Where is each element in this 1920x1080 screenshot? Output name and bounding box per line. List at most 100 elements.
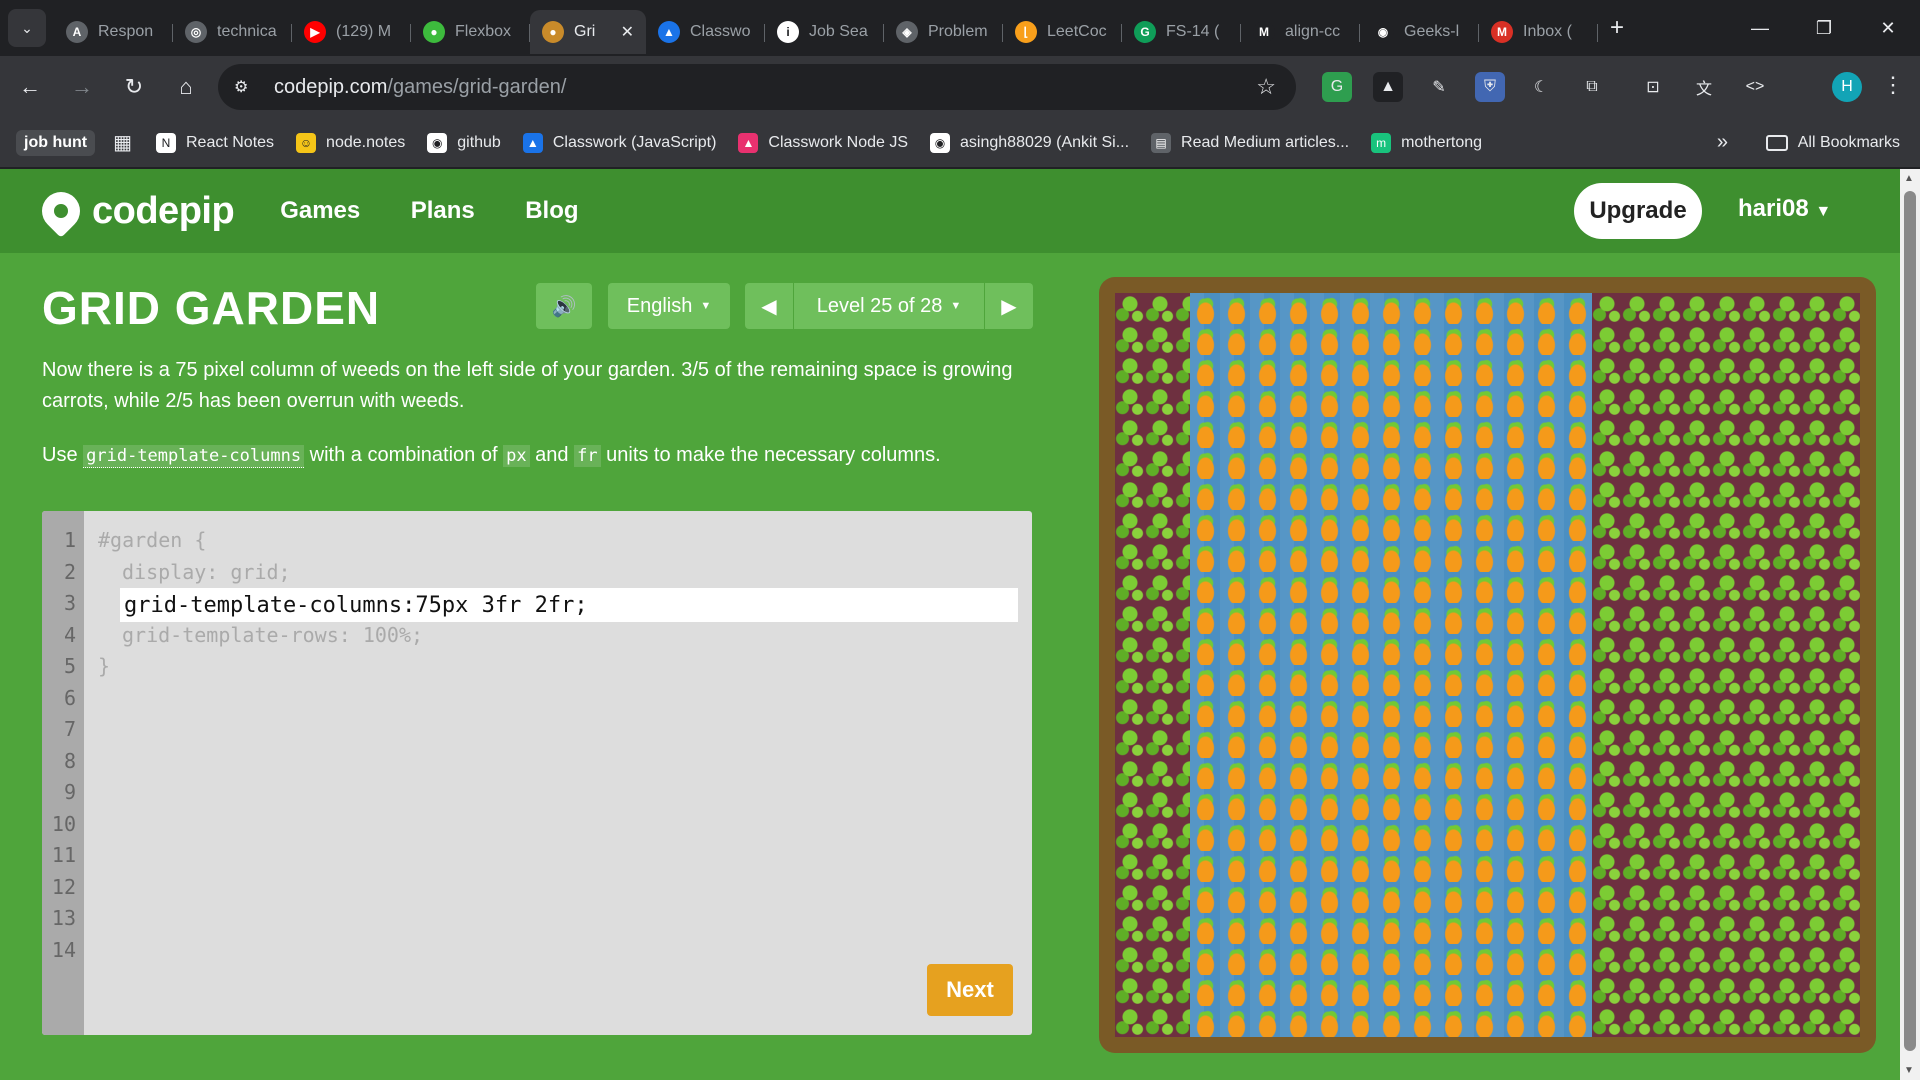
browser-tab[interactable]: ▲ Classwo — [646, 10, 765, 54]
tab-title: FS-14 ( — [1166, 23, 1220, 40]
fs-icon: G — [1134, 21, 1156, 43]
scrollbar-thumb[interactable] — [1904, 191, 1916, 1051]
user-menu[interactable]: hari08 ▼ — [1738, 195, 1831, 223]
bookmark-label: Classwork (JavaScript) — [552, 133, 717, 151]
bookmark-item[interactable]: N React Notes — [156, 132, 275, 153]
browser-tab[interactable]: ◎ technica — [173, 10, 292, 54]
carrot-icon: ● — [542, 21, 564, 43]
bookmark-favicon-icon: m — [1371, 132, 1392, 153]
home-icon[interactable]: ⌂ — [164, 74, 208, 100]
bookmark-item[interactable]: ◉ asingh88029 (Ankit Si... — [930, 132, 1129, 153]
bookmark-favicon-icon: ☺ — [296, 132, 317, 153]
sound-toggle-button[interactable]: 🔊 — [536, 283, 592, 329]
classroom-icon: ▲ — [658, 21, 680, 43]
upgrade-button[interactable]: Upgrade — [1574, 183, 1702, 239]
bookmark-label: Read Medium articles... — [1181, 133, 1350, 151]
apps-grid-icon[interactable]: ▦ — [113, 130, 132, 155]
browser-tab[interactable]: M Inbox ( — [1479, 10, 1598, 54]
url-text[interactable]: codepip.com/games/grid-garden/ — [274, 76, 566, 99]
browser-tab[interactable]: A Respon — [54, 10, 173, 54]
bookmark-star-icon[interactable]: ☆ — [1256, 74, 1276, 100]
next-level-button[interactable]: ▶ — [985, 283, 1033, 329]
css-code-input[interactable] — [120, 588, 1018, 622]
browser-tab[interactable]: ⌊ LeetCoc — [1003, 10, 1122, 54]
reload-icon[interactable]: ↻ — [112, 74, 156, 100]
tab-search-button[interactable]: ⌄ — [8, 9, 46, 47]
close-window-icon[interactable]: ✕ — [1856, 18, 1920, 39]
bookmark-item[interactable]: ▤ Read Medium articles... — [1151, 132, 1350, 153]
puzzle-extensions-icon[interactable]: ⧉ — [1577, 72, 1607, 102]
triangle-extension-icon[interactable]: ▲ — [1373, 72, 1403, 102]
nav-plans[interactable]: Plans — [411, 197, 475, 224]
previous-level-button[interactable]: ◀ — [745, 283, 793, 329]
github-icon: ◉ — [1372, 21, 1394, 43]
minimize-icon[interactable]: — — [1728, 18, 1792, 39]
back-icon[interactable]: ← — [8, 74, 52, 100]
browser-tab[interactable]: Malign-cc — [1241, 10, 1360, 54]
line-number: 4 — [63, 622, 76, 647]
browser-tab[interactable]: G FS-14 ( — [1122, 10, 1241, 54]
nav-games[interactable]: Games — [280, 197, 360, 224]
level-select[interactable]: Level 25 of 28 ▼ — [794, 283, 984, 329]
browser-tab[interactable]: ◉ Geeks-l — [1360, 10, 1479, 54]
tab-title: (129) M — [336, 23, 392, 40]
grammarly-extension-icon[interactable]: G — [1322, 72, 1352, 102]
line-number: 10 — [51, 811, 76, 836]
openai-icon: ◎ — [185, 21, 207, 43]
site-nav: Games Plans Blog — [234, 197, 578, 225]
bookmark-favicon-icon: ◉ — [930, 132, 951, 153]
codepip-logo[interactable]: codepip — [34, 184, 235, 238]
next-button[interactable]: Next — [927, 964, 1013, 1016]
tab-list: A Respon ◎ technica ▶ (129) M ● Flexbox ● Gri ✕ ▲ Cl… — [54, 2, 1598, 54]
more-bookmarks-icon[interactable]: » — [1717, 131, 1728, 154]
bookmark-favicon-icon: ▤ — [1151, 132, 1172, 153]
restore-icon[interactable]: ❐ — [1792, 18, 1856, 39]
new-tab-button[interactable]: + — [1610, 14, 1624, 42]
language-select[interactable]: English ▼ — [608, 283, 730, 329]
unit-fr-tooltip[interactable]: fr — [574, 445, 601, 467]
close-tab-icon[interactable]: ✕ — [621, 22, 634, 42]
bookmarks-bar: job hunt ▦ N React Notes ☺ node.notes ◉ githu… — [0, 118, 1920, 168]
line-number: 6 — [63, 685, 76, 710]
profile-avatar[interactable]: H — [1832, 72, 1862, 102]
address-bar[interactable]: ⚙ codepip.com/games/grid-garden/ ☆ — [218, 64, 1296, 110]
caret-down-icon: ▼ — [1815, 203, 1832, 220]
moon-extension-icon[interactable]: ☾ — [1526, 72, 1556, 102]
eyedropper-extension-icon[interactable]: ✎ — [1424, 72, 1454, 102]
bookmark-folder-job-hunt[interactable]: job hunt — [16, 129, 96, 156]
medium-icon: M — [1253, 21, 1275, 43]
shield-extension-icon[interactable]: ⛨ — [1475, 72, 1505, 102]
forward-icon[interactable]: → — [60, 74, 104, 100]
bookmark-item[interactable]: ◉ github — [427, 132, 501, 153]
property-tooltip[interactable]: grid-template-columns — [83, 445, 305, 468]
devtools-icon[interactable]: <> — [1740, 72, 1770, 102]
line-number: 8 — [63, 748, 76, 773]
bookmark-label: React Notes — [186, 133, 275, 151]
bookmark-item[interactable]: ▲ Classwork Node JS — [738, 132, 908, 153]
instruction-text: Now there is a 75 pixel column of weeds … — [42, 359, 1013, 412]
window-controls: — ❐ ✕ — [1728, 0, 1920, 56]
browser-tab[interactable]: ▶ (129) M — [292, 10, 411, 54]
unit-px-tooltip[interactable]: px — [503, 445, 530, 467]
browser-tab[interactable]: i Job Sea — [765, 10, 884, 54]
problem-icon: ◈ — [896, 21, 918, 43]
more-menu-icon[interactable]: ⋮ — [1882, 72, 1904, 98]
screenshot-icon[interactable]: ⊡ — [1638, 72, 1668, 102]
page-title: GRID GARDEN — [42, 282, 381, 334]
site-info-icon[interactable]: ⚙ — [234, 77, 264, 97]
all-bookmarks-button[interactable]: All Bookmarks — [1765, 134, 1900, 152]
scroll-up-icon[interactable]: ▲ — [1904, 173, 1914, 184]
translate-icon[interactable]: 文 — [1689, 72, 1719, 102]
bookmark-item[interactable]: ▲ Classwork (JavaScript) — [522, 132, 717, 153]
bookmark-item[interactable]: m mothertong — [1371, 132, 1482, 153]
bookmark-item[interactable]: ☺ node.notes — [296, 132, 405, 153]
nav-blog[interactable]: Blog — [525, 197, 578, 224]
info-icon: i — [777, 21, 799, 43]
page-scrollbar[interactable]: ▲ ▼ — [1900, 169, 1920, 1080]
browser-tab[interactable]: ● Flexbox — [411, 10, 530, 54]
scroll-down-icon[interactable]: ▼ — [1904, 1065, 1914, 1076]
browser-tab[interactable]: ● Gri ✕ — [530, 10, 646, 54]
browser-tab[interactable]: ◈ Problem — [884, 10, 1003, 54]
frog-icon: ● — [423, 21, 445, 43]
tab-title: Job Sea — [809, 23, 868, 40]
